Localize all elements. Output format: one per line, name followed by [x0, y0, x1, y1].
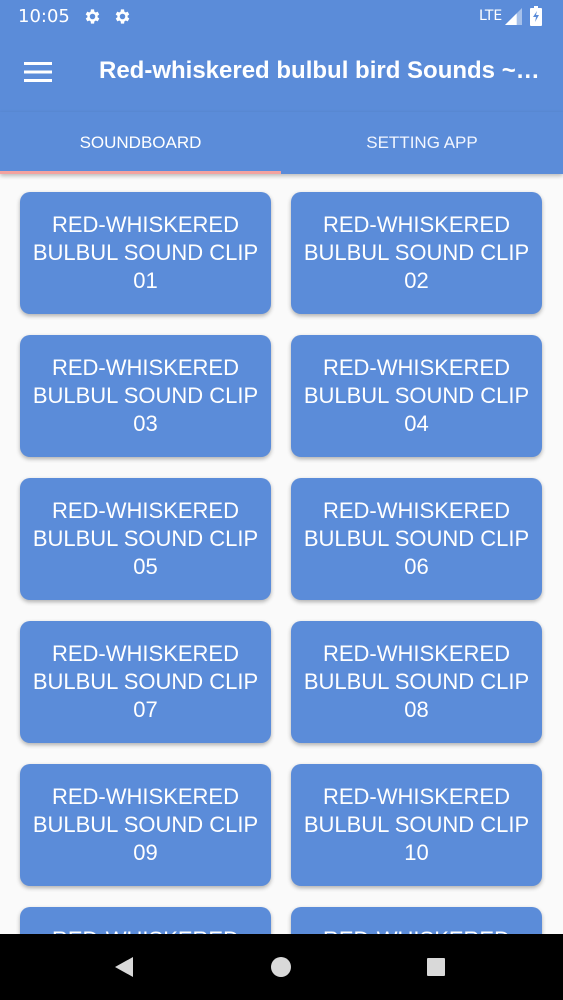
- app-title: Red-whiskered bulbul bird Sounds ~ Sboar…: [99, 57, 544, 84]
- screen: 10:05 LTE Red-whiskered bulbul bird Soun…: [0, 0, 563, 1000]
- clip-label: RED-WHISKERED BULBUL SOUND CLIP 03: [32, 355, 259, 436]
- gear-icon: [85, 9, 100, 24]
- tab-bar: SOUNDBOARD SETTING APP: [0, 112, 563, 174]
- clip-label: RED-WHISKERED BULBUL SOUND CLIP 09: [32, 784, 259, 865]
- tab-soundboard[interactable]: SOUNDBOARD: [0, 112, 281, 174]
- sound-clip-button[interactable]: RED-WHISKERED BULBUL SOUND CLIP 12: [291, 907, 542, 934]
- hamburger-menu-icon[interactable]: [24, 61, 52, 83]
- sound-clip-button[interactable]: RED-WHISKERED BULBUL SOUND CLIP 02: [291, 192, 542, 314]
- clip-label: RED-WHISKERED BULBUL SOUND CLIP 04: [303, 355, 530, 436]
- soundboard-grid: RED-WHISKERED BULBUL SOUND CLIP 01 RED-W…: [0, 174, 563, 934]
- network-type: LTE: [479, 8, 503, 24]
- signal-icon: [505, 8, 522, 25]
- sound-clip-button[interactable]: RED-WHISKERED BULBUL SOUND CLIP 03: [20, 335, 271, 457]
- clip-label: RED-WHISKERED BULBUL SOUND CLIP 05: [32, 498, 259, 579]
- sound-clip-button[interactable]: RED-WHISKERED BULBUL SOUND CLIP 04: [291, 335, 542, 457]
- sound-clip-button[interactable]: RED-WHISKERED BULBUL SOUND CLIP 01: [20, 192, 271, 314]
- clip-label: RED-WHISKERED BULBUL SOUND CLIP 07: [32, 641, 259, 722]
- sound-clip-button[interactable]: RED-WHISKERED BULBUL SOUND CLIP 10: [291, 764, 542, 886]
- clip-label: RED-WHISKERED BULBUL SOUND CLIP 12: [297, 926, 536, 934]
- clip-label: RED-WHISKERED BULBUL SOUND CLIP 11: [26, 926, 265, 934]
- sound-clip-button[interactable]: RED-WHISKERED BULBUL SOUND CLIP 09: [20, 764, 271, 886]
- home-icon[interactable]: [271, 957, 291, 977]
- sound-clip-button[interactable]: RED-WHISKERED BULBUL SOUND CLIP 05: [20, 478, 271, 600]
- status-time: 10:05: [18, 6, 70, 27]
- clip-label: RED-WHISKERED BULBUL SOUND CLIP 10: [303, 784, 530, 865]
- sound-clip-button[interactable]: RED-WHISKERED BULBUL SOUND CLIP 11: [20, 907, 271, 934]
- back-icon[interactable]: [113, 955, 135, 979]
- clip-label: RED-WHISKERED BULBUL SOUND CLIP 08: [303, 641, 530, 722]
- clip-label: RED-WHISKERED BULBUL SOUND CLIP 06: [303, 498, 530, 579]
- sound-clip-button[interactable]: RED-WHISKERED BULBUL SOUND CLIP 06: [291, 478, 542, 600]
- sound-clip-button[interactable]: RED-WHISKERED BULBUL SOUND CLIP 08: [291, 621, 542, 743]
- recent-apps-icon[interactable]: [427, 958, 445, 976]
- status-bar: 10:05 LTE: [0, 0, 563, 34]
- tab-setting-app[interactable]: SETTING APP: [281, 112, 563, 174]
- sound-clip-button[interactable]: RED-WHISKERED BULBUL SOUND CLIP 07: [20, 621, 271, 743]
- battery-icon: [530, 6, 542, 26]
- clip-label: RED-WHISKERED BULBUL SOUND CLIP 02: [303, 212, 530, 293]
- clip-label: RED-WHISKERED BULBUL SOUND CLIP 01: [32, 212, 259, 293]
- gear-icon: [115, 9, 130, 24]
- app-bar: Red-whiskered bulbul bird Sounds ~ Sboar…: [0, 34, 563, 112]
- system-nav-bar: [0, 934, 563, 1000]
